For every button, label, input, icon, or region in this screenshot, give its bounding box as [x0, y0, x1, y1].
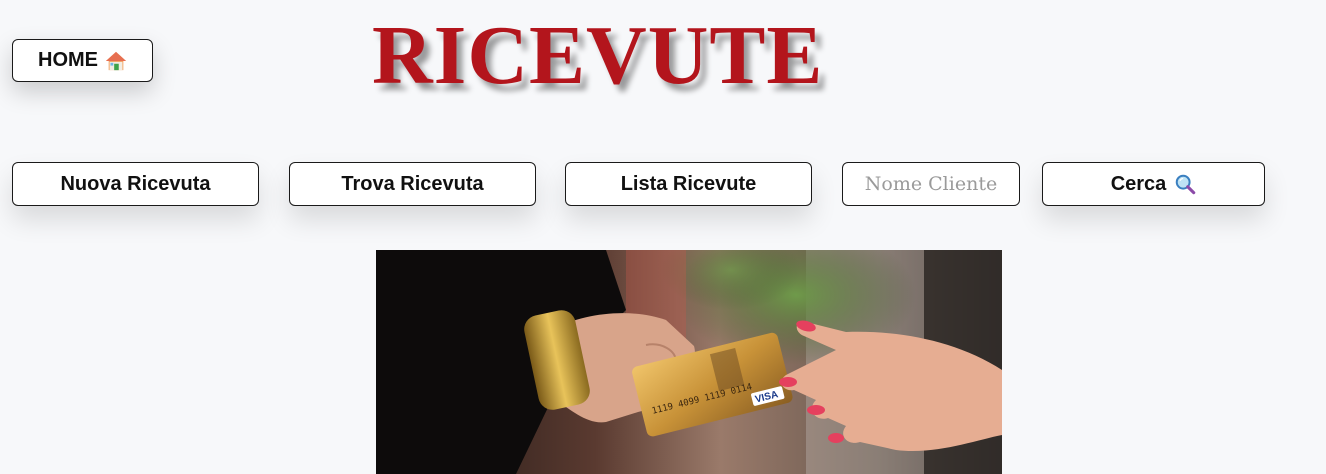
search-button[interactable]: Cerca: [1042, 162, 1265, 206]
house-icon: [105, 51, 127, 70]
list-receipts-button[interactable]: Lista Ricevute: [565, 162, 812, 206]
page-title: RICEVUTE: [372, 9, 824, 102]
receipts-page: HOME RICEVUTE Nuova Ricevuta Trova Ricev…: [0, 0, 1326, 474]
home-button[interactable]: HOME: [12, 39, 153, 82]
home-label: HOME: [38, 49, 98, 71]
find-receipt-button[interactable]: Trova Ricevuta: [289, 162, 536, 206]
credit-card-payment-photo: 1119 4099 1119 0114 VISA: [376, 250, 1002, 474]
magnifying-glass-icon: [1176, 174, 1196, 195]
credit-card-payment-illustration: 1119 4099 1119 0114 VISA: [376, 250, 1002, 474]
search-button-label: Cerca: [1110, 172, 1167, 195]
new-receipt-button[interactable]: Nuova Ricevuta: [12, 162, 259, 206]
customer-name-input[interactable]: [842, 162, 1020, 206]
